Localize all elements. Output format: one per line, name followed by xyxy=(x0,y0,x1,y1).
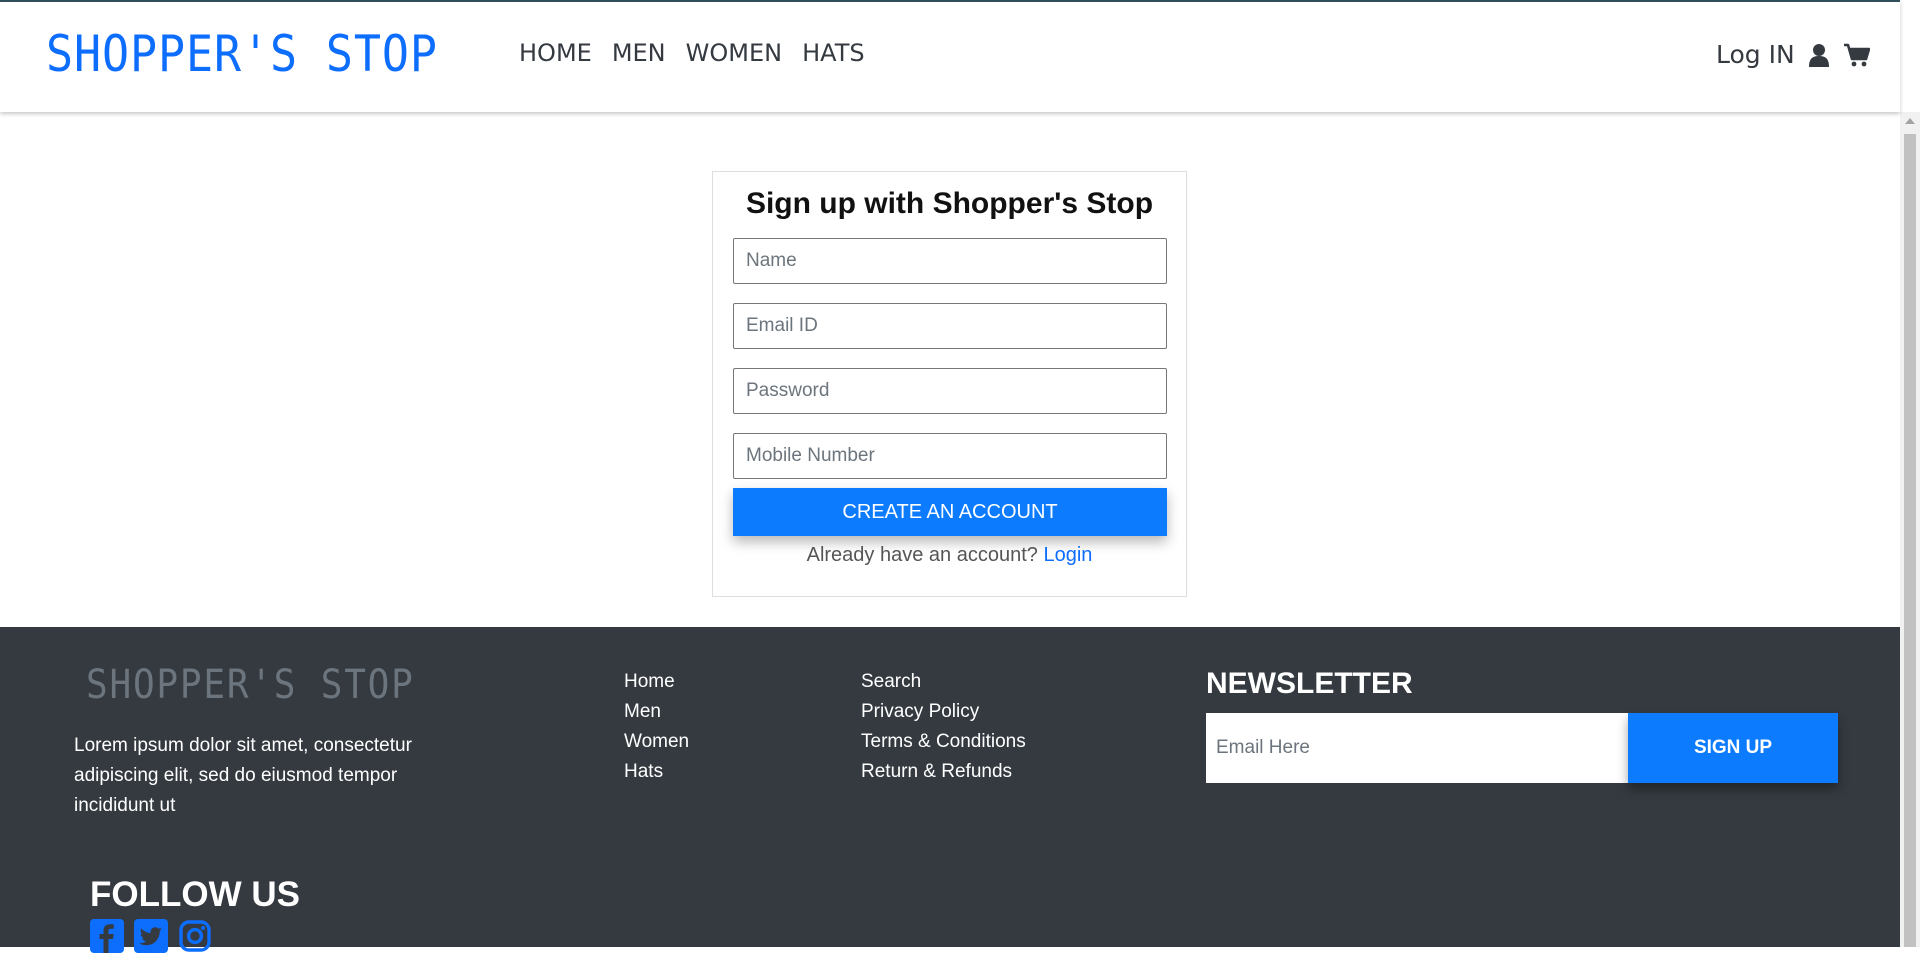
header-actions: Log IN xyxy=(1716,38,1871,72)
footer-link-women[interactable]: Women xyxy=(624,727,689,757)
footer-link-terms[interactable]: Terms & Conditions xyxy=(861,727,1026,757)
nav-men[interactable]: MEN xyxy=(612,38,666,68)
email-field[interactable] xyxy=(733,303,1167,349)
signup-card: Sign up with Shopper's Stop CREATE AN AC… xyxy=(712,171,1187,597)
footer-link-search[interactable]: Search xyxy=(861,667,1026,697)
footer-links-main: Home Men Women Hats xyxy=(624,667,689,787)
footer-link-home[interactable]: Home xyxy=(624,667,689,697)
footer-brand: SHOPPER'S STOP xyxy=(86,662,415,708)
login-link-secondary[interactable]: Login xyxy=(1043,544,1092,566)
name-field[interactable] xyxy=(733,238,1167,284)
footer-link-men[interactable]: Men xyxy=(624,697,689,727)
newsletter-form: SIGN UP xyxy=(1206,713,1838,783)
login-prompt: Already have an account? Login xyxy=(713,540,1186,570)
footer-link-privacy[interactable]: Privacy Policy xyxy=(861,697,1026,727)
footer-link-refunds[interactable]: Return & Refunds xyxy=(861,757,1026,787)
cart-icon[interactable] xyxy=(1843,40,1871,70)
brand-logo[interactable]: SHOPPER'S STOP xyxy=(46,24,438,84)
nav-women[interactable]: WOMEN xyxy=(686,38,782,68)
create-account-button[interactable]: CREATE AN ACCOUNT xyxy=(733,488,1167,536)
nav-hats[interactable]: HATS xyxy=(802,38,865,68)
site-header: SHOPPER'S STOP HOME MEN WOMEN HATS Log I… xyxy=(0,0,1900,112)
scroll-thumb[interactable] xyxy=(1904,134,1916,947)
follow-us-title: FOLLOW US xyxy=(90,875,300,914)
newsletter-signup-button[interactable]: SIGN UP xyxy=(1628,713,1838,783)
password-field[interactable] xyxy=(733,368,1167,414)
main-nav: HOME MEN WOMEN HATS xyxy=(519,38,865,68)
instagram-icon[interactable] xyxy=(178,919,212,953)
facebook-icon[interactable] xyxy=(90,919,124,953)
social-links xyxy=(90,919,212,953)
scroll-up-arrow[interactable] xyxy=(1905,118,1915,124)
signup-title: Sign up with Shopper's Stop xyxy=(745,187,1154,220)
twitter-icon[interactable] xyxy=(134,919,168,953)
user-icon[interactable] xyxy=(1805,40,1833,70)
site-footer: SHOPPER'S STOP Lorem ipsum dolor sit ame… xyxy=(0,627,1900,953)
mobile-field[interactable] xyxy=(733,433,1167,479)
page-scrollbar[interactable] xyxy=(1900,112,1920,947)
newsletter-email-input[interactable] xyxy=(1206,713,1628,783)
footer-link-hats[interactable]: Hats xyxy=(624,757,689,787)
login-link[interactable]: Log IN xyxy=(1716,38,1795,72)
login-prompt-text: Already have an account? xyxy=(806,544,1038,566)
newsletter-title: NEWSLETTER xyxy=(1206,667,1413,700)
footer-about-text: Lorem ipsum dolor sit amet, consectetur … xyxy=(74,735,412,816)
footer-links-info: Search Privacy Policy Terms & Conditions… xyxy=(861,667,1026,787)
nav-home[interactable]: HOME xyxy=(519,38,592,68)
